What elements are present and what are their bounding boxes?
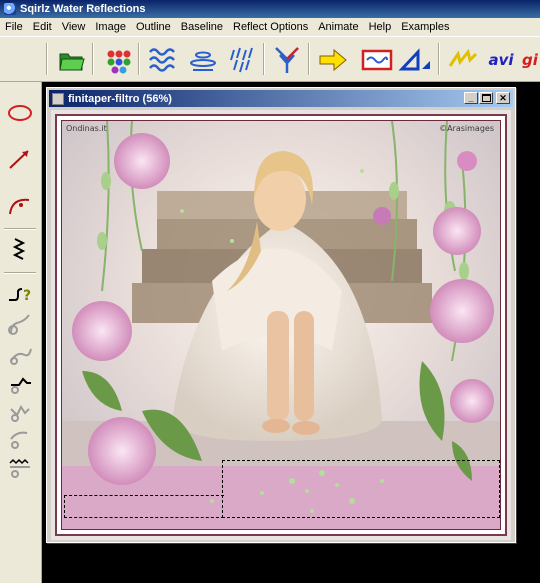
document-icon xyxy=(52,92,64,105)
lasso-tool-icon-4 xyxy=(10,405,30,422)
color-dots-icon xyxy=(107,50,131,74)
curve-tool-icon xyxy=(9,198,30,215)
app-icon xyxy=(4,3,16,15)
waves-icon xyxy=(190,51,216,71)
help-tool-button[interactable]: ? xyxy=(4,278,36,308)
toolbar-separator xyxy=(308,43,310,75)
menu-help[interactable]: Help xyxy=(364,18,397,37)
red-frame-button[interactable] xyxy=(360,43,394,77)
gif-label: gi xyxy=(522,51,538,69)
open-folder-button[interactable] xyxy=(55,43,89,77)
image-canvas[interactable]: Ondinas.it ©Arasimages xyxy=(51,110,511,540)
menu-image[interactable]: Image xyxy=(90,18,131,37)
arrow-right-icon xyxy=(319,48,347,72)
palette-separator xyxy=(4,228,36,230)
lightning-icon xyxy=(448,48,478,67)
lasso-tool-button-3[interactable] xyxy=(4,368,36,398)
minimize-button[interactable]: _ xyxy=(464,92,478,104)
document-title: finitaper-filtro (56%) xyxy=(68,92,172,105)
line-tool-button[interactable] xyxy=(4,144,36,174)
ellipse-tool-button[interactable] xyxy=(4,98,36,128)
line-tool-icon xyxy=(9,150,29,169)
lasso-tool-icon-3 xyxy=(11,377,31,394)
lasso-tool-icon-5 xyxy=(10,431,28,449)
selection-outline[interactable] xyxy=(222,460,500,518)
curve-tool-button[interactable] xyxy=(4,190,36,220)
watermark-left: Ondinas.it xyxy=(66,124,107,133)
menu-examples[interactable]: Examples xyxy=(396,18,454,37)
lasso-tool-button-5[interactable] xyxy=(4,424,36,454)
svg-text:?: ? xyxy=(23,288,31,304)
ripples-icon xyxy=(149,48,175,72)
image-frame: Ondinas.it ©Arasimages xyxy=(55,114,507,536)
document-title-bar[interactable]: finitaper-filtro (56%) _ ✕ xyxy=(49,90,513,107)
rain-button[interactable] xyxy=(226,43,260,77)
toolbar-separator xyxy=(263,43,265,75)
toolbar-separator xyxy=(138,43,140,75)
ripples-button[interactable] xyxy=(146,43,180,77)
menu-edit[interactable]: Edit xyxy=(28,18,57,37)
menu-outline[interactable]: Outline xyxy=(131,18,176,37)
close-button[interactable]: ✕ xyxy=(496,92,510,104)
toolbar-separator xyxy=(438,43,440,75)
lasso-tool-icon-1 xyxy=(8,314,30,335)
app-title-bar: Sqirlz Water Reflections xyxy=(0,0,540,18)
lasso-tool-button-6[interactable] xyxy=(4,452,36,482)
toolbar-separator xyxy=(46,43,48,75)
waves-button[interactable] xyxy=(186,43,220,77)
open-folder-icon xyxy=(59,53,85,71)
tool-palette: ? xyxy=(0,82,42,583)
color-dots-button[interactable] xyxy=(100,43,134,77)
menu-view[interactable]: View xyxy=(57,18,91,37)
avi-button[interactable]: avi xyxy=(484,43,518,77)
help-tool-icon: ? xyxy=(9,288,31,304)
lasso-tool-button-1[interactable] xyxy=(4,310,36,340)
menu-animate[interactable]: Animate xyxy=(313,18,363,37)
lasso-tool-button-4[interactable] xyxy=(4,396,36,426)
maximize-icon xyxy=(481,94,491,102)
branch-button[interactable] xyxy=(270,43,304,77)
rain-icon xyxy=(230,47,253,73)
branch-icon xyxy=(275,47,299,73)
menu-reflect-options[interactable]: Reflect Options xyxy=(228,18,313,37)
menu-baseline[interactable]: Baseline xyxy=(176,18,228,37)
menu-file[interactable]: File xyxy=(0,18,28,37)
selection-outline-left[interactable] xyxy=(64,495,224,518)
zigzag-tool-icon xyxy=(12,238,26,260)
app-title: Sqirlz Water Reflections xyxy=(20,3,146,15)
triangle-icon xyxy=(398,48,430,71)
toolbar-separator xyxy=(92,43,94,75)
triangle-button[interactable] xyxy=(398,43,432,77)
red-frame-icon xyxy=(361,49,393,71)
document-window: finitaper-filtro (56%) _ ✕ Ondinas.it ©A… xyxy=(46,87,516,543)
lightning-button[interactable] xyxy=(446,43,480,77)
minimize-icon: _ xyxy=(468,92,474,103)
palette-separator xyxy=(4,272,36,274)
gif-button[interactable]: gi xyxy=(522,43,540,77)
lasso-tool-icon-2 xyxy=(10,348,32,365)
apply-arrow-button[interactable] xyxy=(316,43,350,77)
lasso-tool-icon-6 xyxy=(9,458,30,478)
ellipse-tool-icon xyxy=(8,105,32,121)
avi-label: avi xyxy=(488,51,514,69)
window-controls: _ ✕ xyxy=(464,92,510,104)
menu-bar: File Edit View Image Outline Baseline Re… xyxy=(0,18,540,37)
watermark-right: ©Arasimages xyxy=(439,124,494,133)
image-frame-inner: Ondinas.it ©Arasimages xyxy=(61,120,501,530)
lasso-tool-button-2[interactable] xyxy=(4,340,36,370)
close-icon: ✕ xyxy=(499,92,507,103)
zigzag-tool-button[interactable] xyxy=(4,234,36,264)
toolbar: avi gi xyxy=(0,37,540,82)
maximize-button[interactable] xyxy=(479,92,493,104)
